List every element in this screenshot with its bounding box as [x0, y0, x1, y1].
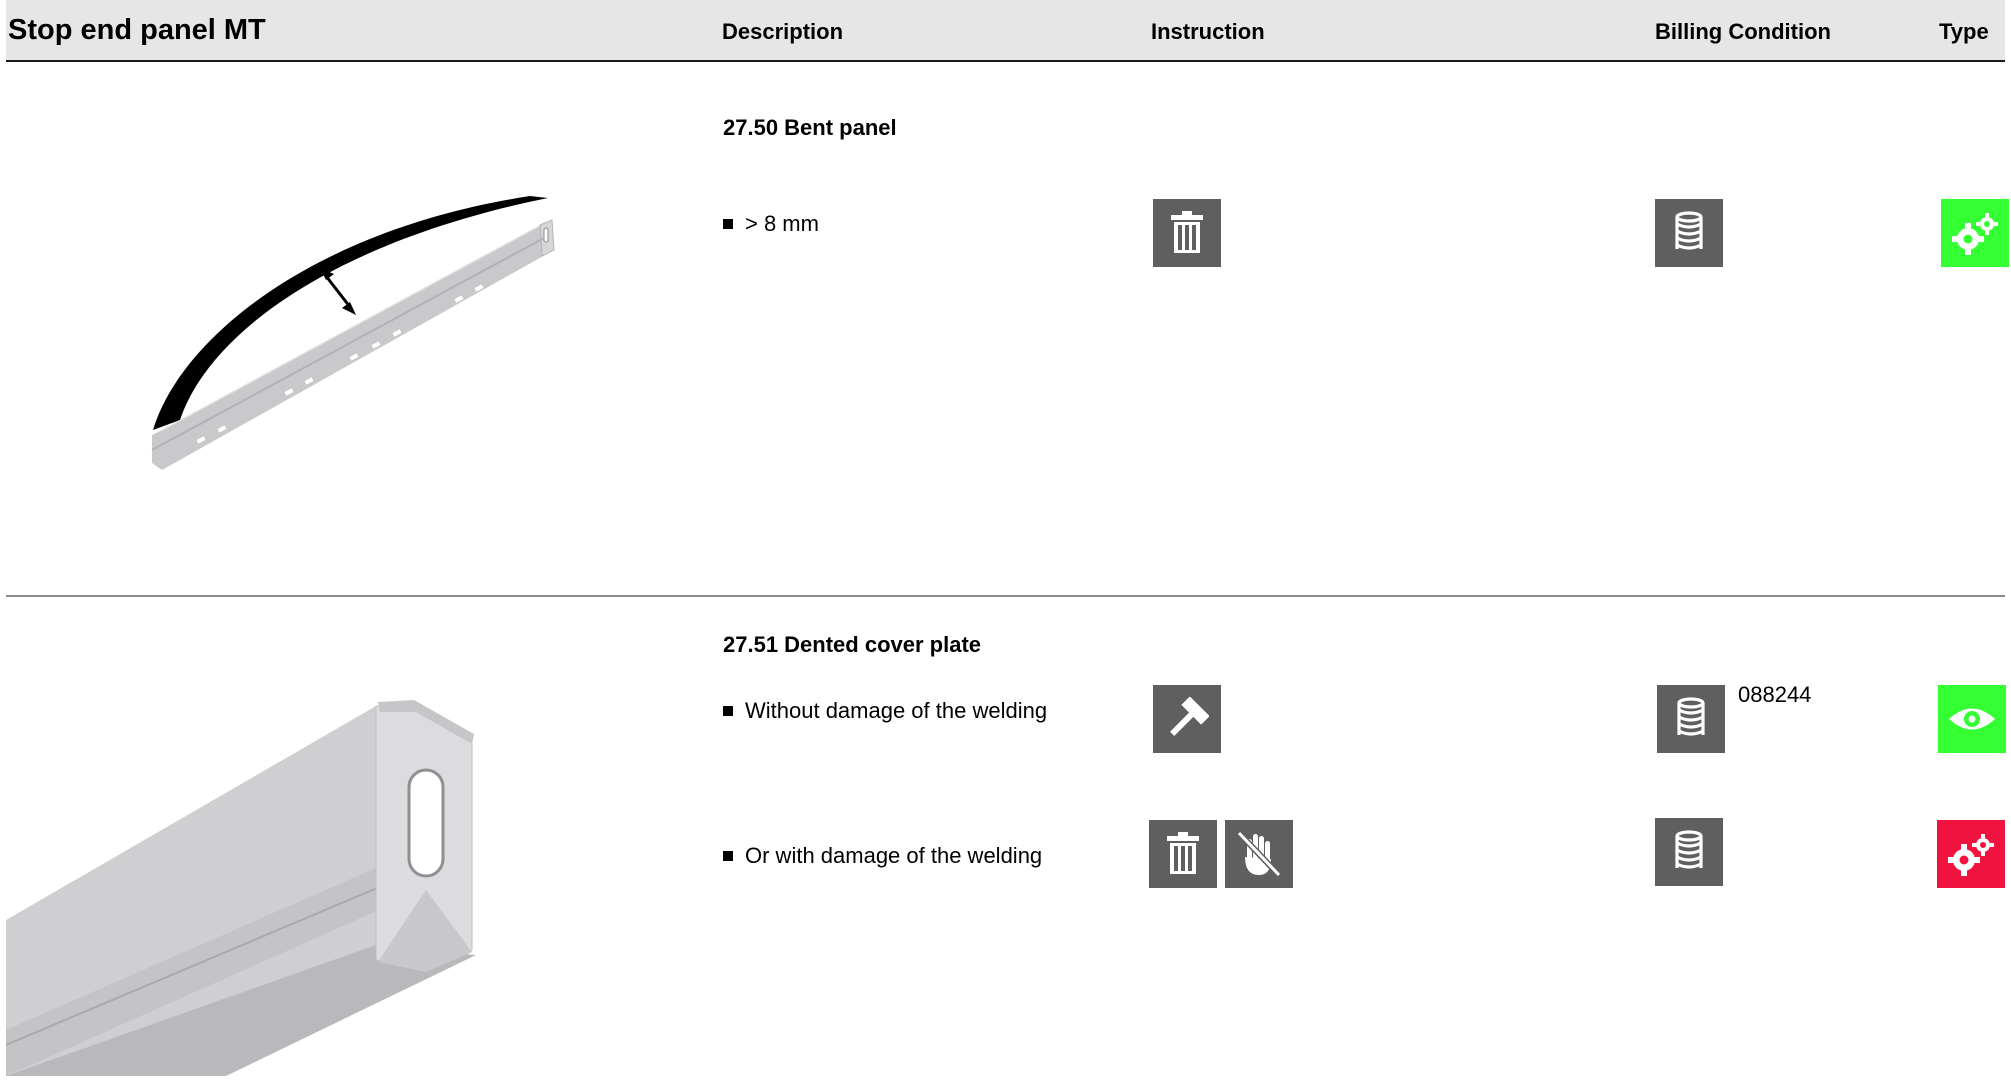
item-text: Without damage of the welding — [745, 698, 1048, 723]
no-hand-repair-icon[interactable] — [1225, 820, 1293, 888]
column-type: Type — [1939, 19, 1989, 44]
hammer-icon[interactable] — [1153, 685, 1221, 753]
column-description: Description — [722, 19, 844, 44]
bent-panel-illustration — [140, 180, 580, 495]
gears-icon[interactable] — [1937, 820, 2005, 888]
gears-icon[interactable] — [1941, 199, 2009, 267]
column-instruction: Instruction — [1151, 19, 1265, 44]
coin-stack-icon[interactable] — [1655, 199, 1723, 267]
eye-icon[interactable] — [1938, 685, 2006, 753]
item-text: > 8 mm — [745, 211, 819, 236]
list-item: Without damage of the welding — [723, 698, 1047, 724]
coin-stack-icon[interactable] — [1655, 818, 1723, 886]
cover-plate-illustration — [5, 700, 476, 1081]
section-title: 27.50 Bent panel — [723, 115, 897, 140]
bullet-icon — [723, 219, 733, 229]
section-title: 27.51 Dented cover plate — [723, 632, 982, 657]
list-item: Or with damage of the welding — [723, 843, 1042, 869]
bullet-icon — [723, 706, 733, 716]
table-header: Stop end panel MT Description Instructio… — [6, 0, 2005, 62]
trash-icon[interactable] — [1149, 820, 1217, 888]
page-title: Stop end panel MT — [8, 14, 266, 46]
column-billing-condition: Billing Condition — [1655, 19, 1831, 44]
trash-icon[interactable] — [1153, 199, 1221, 267]
bullet-icon — [723, 851, 733, 861]
list-item: > 8 mm — [723, 211, 819, 237]
item-text: Or with damage of the welding — [745, 843, 1043, 868]
coin-stack-icon[interactable] — [1657, 685, 1725, 753]
billing-code: 088244 — [1738, 682, 1812, 707]
section-divider — [6, 595, 2005, 597]
